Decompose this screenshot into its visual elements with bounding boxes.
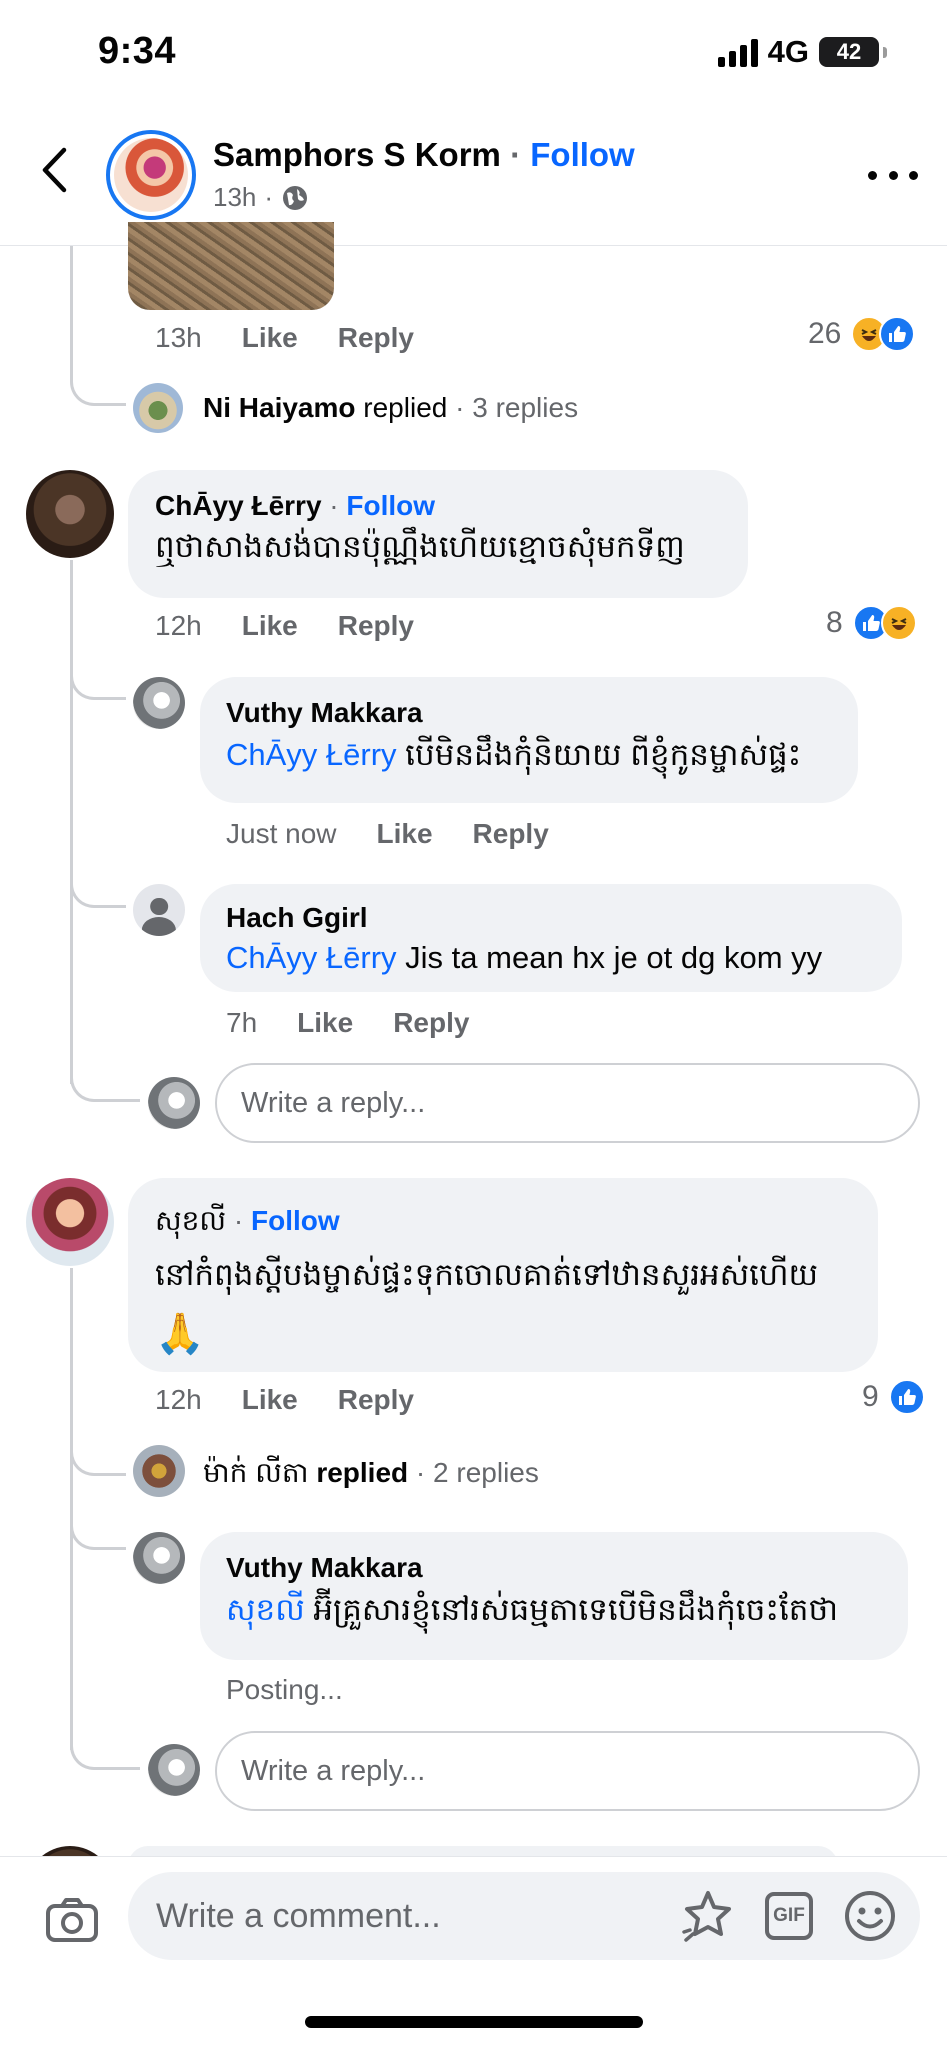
- reply-input[interactable]: Write a reply...: [215, 1731, 920, 1811]
- status-time: 9:34: [98, 30, 177, 72]
- thread-connector: [70, 366, 126, 406]
- reply-button[interactable]: Reply: [338, 1384, 414, 1416]
- reply-author[interactable]: Hach Ggirl: [226, 902, 368, 934]
- camera-icon: [46, 1898, 98, 1942]
- battery-cap: [883, 46, 887, 58]
- mention-link[interactable]: ChĀyy Łērry: [226, 737, 397, 772]
- pray-emoji: 🙏: [155, 1312, 205, 1356]
- author-avatar[interactable]: [106, 130, 196, 220]
- thread-connector: [70, 1062, 140, 1102]
- comment-photo[interactable]: [128, 222, 334, 310]
- like-reaction-icon: [879, 316, 916, 352]
- avatar[interactable]: [133, 383, 183, 433]
- gif-button[interactable]: GIF: [765, 1892, 813, 1940]
- thread-line: [70, 1268, 73, 1750]
- reply-button[interactable]: Reply: [338, 322, 414, 354]
- reply-actions: Just now Like Reply: [226, 818, 549, 850]
- thread-connector: [70, 1510, 126, 1550]
- thread-line: [70, 560, 73, 1084]
- avatar[interactable]: [133, 1445, 185, 1497]
- comment-author[interactable]: សុខលី: [155, 1205, 226, 1236]
- reaction-summary[interactable]: 9: [862, 1379, 925, 1415]
- reply-button[interactable]: Reply: [393, 1007, 469, 1039]
- back-button[interactable]: [30, 140, 78, 200]
- comment-text: ឮថាសាងសង់បានប៉ុណ្ណឹងហើយខ្មោចសុំមកទីញ: [155, 529, 685, 564]
- emoji-icon: [845, 1891, 895, 1941]
- reply-text: សុខលី អ៊ីគ្រួសារខ្ញុំនៅរស់ធម្មតាទេបើមិនដ…: [226, 1592, 838, 1627]
- emoji-button[interactable]: [842, 1888, 898, 1949]
- camera-button[interactable]: [44, 1892, 100, 1948]
- comment-actions: 13h Like Reply: [155, 322, 414, 354]
- like-button[interactable]: Like: [242, 322, 298, 354]
- like-button[interactable]: Like: [242, 1384, 298, 1416]
- gif-icon: GIF: [773, 1905, 805, 1926]
- comment-input-placeholder: Write a comment...: [156, 1897, 441, 1935]
- post-meta: 13h ·: [213, 182, 309, 213]
- view-replies-link[interactable]: ម៉ាក់ លីតា replied · 2 replies: [203, 1455, 539, 1496]
- thread-connector: [70, 660, 126, 700]
- reply-button[interactable]: Reply: [473, 818, 549, 850]
- reaction-summary[interactable]: 8: [826, 605, 917, 641]
- avatar[interactable]: [26, 1178, 114, 1266]
- sticker-icon: [682, 1891, 731, 1942]
- comment-actions: 12h Like Reply: [155, 610, 414, 642]
- follow-button[interactable]: Follow: [251, 1205, 340, 1236]
- avatar: [148, 1077, 200, 1129]
- sticker-button[interactable]: [680, 1888, 736, 1949]
- back-icon: [42, 147, 67, 193]
- reply-actions: 7h Like Reply: [226, 1007, 470, 1039]
- signal-icon: [717, 37, 758, 67]
- mention-link[interactable]: សុខលី: [226, 1592, 305, 1627]
- like-button[interactable]: Like: [242, 610, 298, 642]
- avatar[interactable]: [26, 470, 114, 558]
- thread-connector: [70, 1436, 126, 1476]
- reply-text: ChĀyy Łērry Jis ta mean hx je ot dg kom …: [226, 940, 823, 975]
- comment-author-row: សុខលី · Follow: [155, 1205, 340, 1236]
- posting-status: Posting...: [226, 1674, 343, 1705]
- status-indicators: 4G 42: [717, 34, 887, 70]
- like-button[interactable]: Like: [377, 818, 433, 850]
- like-reaction-icon: [888, 1379, 925, 1415]
- follow-button[interactable]: Follow: [346, 490, 435, 521]
- comment-text: នៅកំពុងស្ដីបងម្ចាស់ផ្ទះទុកចោលគាត់ទៅឋានសួ…: [155, 1257, 818, 1292]
- avatar[interactable]: [133, 677, 185, 729]
- reaction-summary[interactable]: 26: [808, 316, 916, 352]
- haha-reaction-icon: [880, 605, 917, 641]
- battery-icon: 42: [819, 37, 879, 67]
- network-type: 4G: [767, 34, 809, 69]
- reply-author[interactable]: Vuthy Makkara: [226, 1552, 423, 1584]
- comment-author[interactable]: ChĀyy Łērry: [155, 490, 322, 521]
- thread-line: [70, 246, 73, 366]
- avatar[interactable]: [133, 884, 185, 936]
- post-time: 13h: [213, 182, 257, 212]
- author-name[interactable]: Samphors S Korm: [213, 136, 501, 173]
- reply-author[interactable]: Vuthy Makkara: [226, 697, 423, 729]
- like-button[interactable]: Like: [297, 1007, 353, 1039]
- more-options-button[interactable]: [868, 160, 918, 190]
- follow-button[interactable]: Follow: [530, 136, 634, 173]
- avatar[interactable]: [133, 1532, 185, 1584]
- comment-author-row: ChĀyy Łērry · Follow: [155, 490, 436, 521]
- reply-button[interactable]: Reply: [338, 610, 414, 642]
- thread-connector: [70, 868, 126, 908]
- mention-link[interactable]: ChĀyy Łērry: [226, 940, 397, 975]
- home-indicator: [305, 2016, 643, 2028]
- reply-text: ChĀyy Łērry បើមិនដឹងកុំនិយាយ ពីខ្ញុំកូនម…: [226, 737, 802, 772]
- globe-icon: [283, 185, 308, 210]
- more-icon: [868, 170, 877, 180]
- reply-input[interactable]: Write a reply...: [215, 1063, 920, 1143]
- author-name-row: Samphors S Korm · Follow: [213, 136, 635, 173]
- view-replies-link[interactable]: Ni Haiyamo replied · 3 replies: [203, 392, 578, 424]
- avatar: [148, 1744, 200, 1796]
- thread-connector: [70, 1730, 140, 1770]
- comment-actions: 12h Like Reply: [155, 1384, 414, 1416]
